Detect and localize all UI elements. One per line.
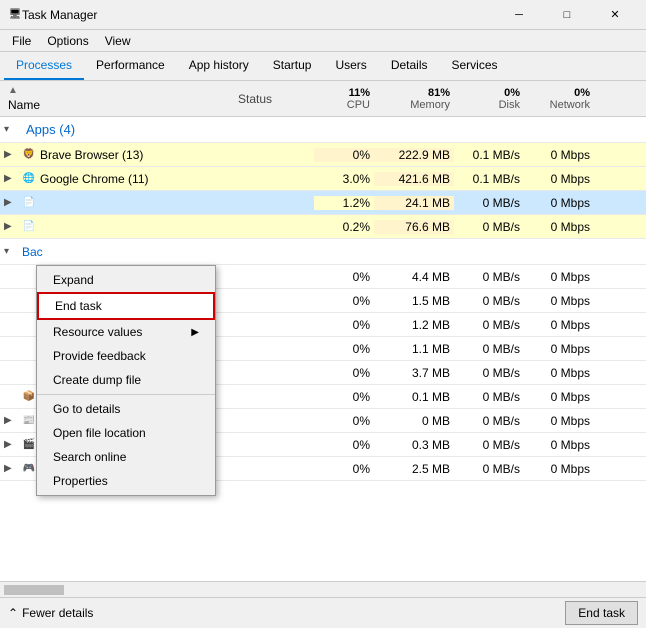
window-title: Task Manager xyxy=(22,8,496,22)
sort-arrow: ▲ xyxy=(8,85,18,96)
tab-users[interactable]: Users xyxy=(323,52,378,80)
table-row[interactable]: ▶ 📄 0.2% 76.6 MB 0 MB/s 0 Mbps xyxy=(0,215,646,239)
end-task-button[interactable]: End task xyxy=(565,601,638,625)
ctx-properties[interactable]: Properties xyxy=(37,469,215,493)
chrome-icon: 🌐 xyxy=(22,172,36,186)
filmstv-icon: 🎬 xyxy=(22,438,36,452)
table-row[interactable]: ▶ 🌐 Google Chrome (11) 3.0% 421.6 MB 0.1… xyxy=(0,167,646,191)
ctx-open-file-location[interactable]: Open file location xyxy=(37,421,215,445)
horizontal-scrollbar[interactable] xyxy=(0,581,646,597)
expand-icon: ▶ xyxy=(4,197,18,208)
menu-file[interactable]: File xyxy=(4,32,39,50)
tab-details[interactable]: Details xyxy=(379,52,440,80)
context-menu: Expand End task Resource values ▶ Provid… xyxy=(36,265,216,496)
fewer-details-button[interactable]: ⌃ Fewer details xyxy=(8,606,93,620)
col-header-cpu[interactable]: 11% CPU xyxy=(314,87,374,111)
table-row[interactable]: ▶ 📄 1.2% 24.1 MB 0 MB/s 0 Mbps xyxy=(0,191,646,215)
expand-icon: ▶ xyxy=(4,439,18,450)
col-header-network[interactable]: 0% Network xyxy=(524,87,594,111)
tab-app-history[interactable]: App history xyxy=(177,52,261,80)
features-icon: 📦 xyxy=(22,390,36,404)
main-content: ▲ Name Status 11% CPU 81% Memory 0% Disk… xyxy=(0,81,646,597)
ctx-separator xyxy=(37,394,215,395)
menu-options[interactable]: Options xyxy=(39,32,96,50)
ctx-go-to-details[interactable]: Go to details xyxy=(37,397,215,421)
col-name-label: Name xyxy=(8,98,40,112)
tab-performance[interactable]: Performance xyxy=(84,52,177,80)
expand-icon: ▶ xyxy=(4,221,18,232)
window-controls: ─ □ ✕ xyxy=(496,0,638,30)
ctx-resource-values[interactable]: Resource values ▶ xyxy=(37,320,215,344)
table-row[interactable]: ▶ 🦁 Brave Browser (13) 0% 222.9 MB 0.1 M… xyxy=(0,143,646,167)
close-button[interactable]: ✕ xyxy=(592,0,638,30)
table-header: ▲ Name Status 11% CPU 81% Memory 0% Disk… xyxy=(0,81,646,117)
gaming-icon: 🎮 xyxy=(22,462,36,476)
app-name: Brave Browser (13) xyxy=(40,148,143,162)
expand-icon: ▶ xyxy=(4,463,18,474)
app-icon: 🖥 xyxy=(8,8,22,22)
bg-group-label: Bac xyxy=(22,245,43,259)
chevron-down-icon: ⌃ xyxy=(8,606,18,620)
tab-startup[interactable]: Startup xyxy=(261,52,324,80)
tab-services[interactable]: Services xyxy=(440,52,510,80)
bottom-bar: ⌃ Fewer details End task xyxy=(0,597,646,627)
ctx-search-online[interactable]: Search online xyxy=(37,445,215,469)
title-bar: 🖥 Task Manager ─ □ ✕ xyxy=(0,0,646,30)
app-name: Google Chrome (11) xyxy=(40,172,149,186)
expand-icon: ▾ xyxy=(4,124,18,135)
menu-view[interactable]: View xyxy=(97,32,139,50)
expand-icon: ▶ xyxy=(4,149,18,160)
apps-group-label: Apps (4) xyxy=(22,122,75,137)
maximize-button[interactable]: □ xyxy=(544,0,590,30)
ctx-provide-feedback[interactable]: Provide feedback xyxy=(37,344,215,368)
expand-icon: ▾ xyxy=(4,246,18,257)
tab-processes[interactable]: Processes xyxy=(4,52,84,80)
col-header-name[interactable]: ▲ Name xyxy=(4,85,234,112)
expand-icon: ▶ xyxy=(4,173,18,184)
tab-bar: Processes Performance App history Startu… xyxy=(0,52,646,81)
ctx-end-task[interactable]: End task xyxy=(37,292,215,320)
ctx-create-dump[interactable]: Create dump file xyxy=(37,368,215,392)
col-header-disk[interactable]: 0% Disk xyxy=(454,87,524,111)
ctx-expand[interactable]: Expand xyxy=(37,268,215,292)
feeds-icon: 📰 xyxy=(22,414,36,428)
group-background[interactable]: ▾ Bac xyxy=(0,239,646,265)
app-icon-generic: 📄 xyxy=(22,196,36,210)
expand-icon: ▶ xyxy=(4,415,18,426)
submenu-arrow-icon: ▶ xyxy=(191,327,199,338)
h-scroll-thumb[interactable] xyxy=(4,585,64,595)
app-icon-generic: 📄 xyxy=(22,220,36,234)
group-apps[interactable]: ▾ Apps (4) xyxy=(0,117,646,143)
table-body[interactable]: ▾ Apps (4) ▶ 🦁 Brave Browser (13) 0% 222… xyxy=(0,117,646,581)
brave-icon: 🦁 xyxy=(22,148,36,162)
menu-bar: File Options View xyxy=(0,30,646,52)
col-header-memory[interactable]: 81% Memory xyxy=(374,87,454,111)
fewer-details-label: Fewer details xyxy=(22,606,93,620)
minimize-button[interactable]: ─ xyxy=(496,0,542,30)
col-header-status[interactable]: Status xyxy=(234,92,314,106)
